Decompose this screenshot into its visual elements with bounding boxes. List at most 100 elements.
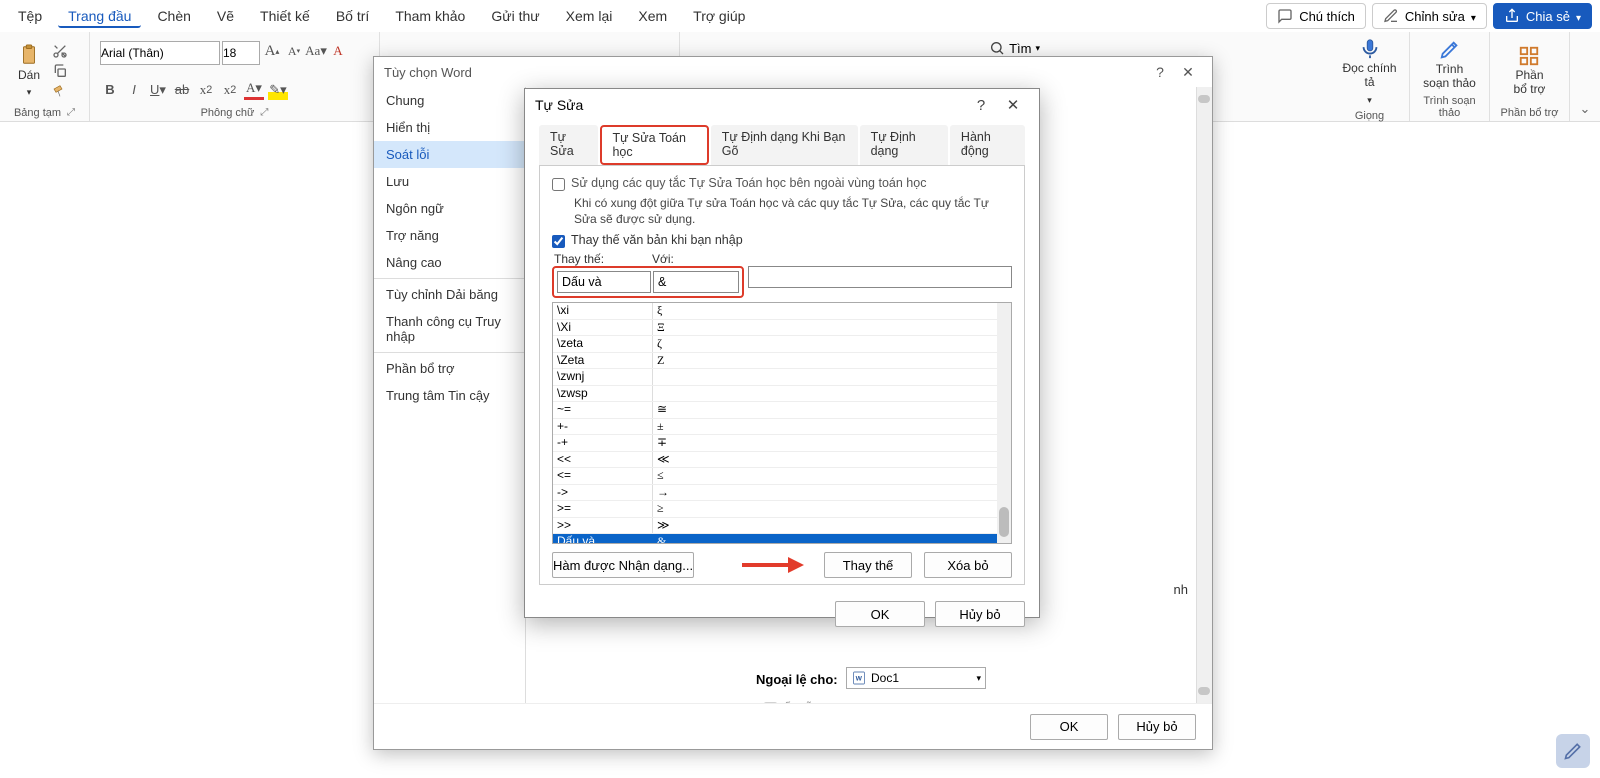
replace-input[interactable] <box>557 271 651 293</box>
sidebar-item-proofing[interactable]: Soát lỗi <box>374 141 525 168</box>
recognized-functions-button[interactable]: Hàm được Nhận dạng... <box>552 552 694 578</box>
doc-select[interactable]: W Doc1 ▾ <box>846 667 986 689</box>
copy-icon[interactable] <box>52 63 68 79</box>
sidebar-item-quick-access[interactable]: Thanh công cụ Truy nhập <box>374 308 525 350</box>
list-item[interactable]: \xiξ <box>553 303 1011 320</box>
paste-button[interactable]: Dán <box>10 42 48 100</box>
screenshot-edit-badge[interactable] <box>1556 734 1590 768</box>
dictate-button[interactable]: Đọc chính tả <box>1334 36 1404 108</box>
menu-references[interactable]: Tham khảo <box>385 4 475 28</box>
list-scrollbar[interactable] <box>997 303 1011 543</box>
shrink-font-icon[interactable]: A▾ <box>284 41 304 61</box>
comments-button[interactable]: Chú thích <box>1266 3 1366 29</box>
list-item[interactable]: >>≫ <box>553 518 1011 535</box>
menu-help[interactable]: Trợ giúp <box>683 4 755 28</box>
change-case-icon[interactable]: Aa▾ <box>306 41 326 61</box>
with-input[interactable] <box>653 271 739 293</box>
format-painter-icon[interactable] <box>52 83 68 99</box>
help-button[interactable]: ? <box>1146 64 1174 80</box>
use-outside-math-checkbox-row[interactable]: Sử dụng các quy tắc Tự Sửa Toán học bên … <box>552 176 1012 191</box>
list-item[interactable]: ->→ <box>553 485 1011 502</box>
list-item[interactable]: ~=≅ <box>553 402 1011 419</box>
subscript-button[interactable]: x2 <box>196 80 216 100</box>
editing-mode-button[interactable]: Chỉnh sửa <box>1372 3 1487 29</box>
dialog-launcher-icon[interactable]: ⤢ <box>67 107 75 119</box>
sidebar-item-customize-ribbon[interactable]: Tùy chỉnh Dải băng <box>374 278 525 308</box>
hide-spelling-checkbox-row[interactable]: Ẩn lỗi chính tả chỉ trong tài liệu này t… <box>764 701 1009 703</box>
word-options-title: Tùy chọn Word <box>384 65 472 80</box>
replace-text-checkbox-row[interactable]: Thay thế văn bản khi bạn nhập <box>552 233 1012 248</box>
list-item[interactable]: +-± <box>553 419 1011 436</box>
tab-math-autocorrect[interactable]: Tự Sửa Toán học <box>600 125 708 165</box>
list-item[interactable]: Dấu và& <box>553 534 1011 543</box>
autocorrect-cancel-button[interactable]: Hủy bỏ <box>935 601 1025 627</box>
autocorrect-ok-button[interactable]: OK <box>835 601 925 627</box>
menu-view[interactable]: Xem <box>628 4 677 28</box>
highlight-button[interactable]: ✎▾ <box>268 80 288 100</box>
list-item[interactable]: \XiΞ <box>553 320 1011 337</box>
close-button[interactable]: ✕ <box>1174 64 1202 81</box>
tab-autoformat-as-you-type[interactable]: Tự Định dạng Khi Bạn Gõ <box>711 125 858 165</box>
editor-button[interactable]: Trình soạn thảo <box>1415 37 1484 93</box>
autocorrect-list[interactable]: \xiξ\XiΞ\zetaζ\ZetaΖ\zwnj\zwsp~=≅+-±-+∓<… <box>552 302 1012 544</box>
share-button[interactable]: Chia sẻ <box>1493 3 1592 29</box>
sidebar-item-display[interactable]: Hiển thị <box>374 114 525 141</box>
sidebar-item-general[interactable]: Chung <box>374 87 525 114</box>
underline-button[interactable]: U▾ <box>148 80 168 100</box>
find-label: Tìm <box>1009 41 1031 56</box>
tab-actions[interactable]: Hành động <box>950 125 1025 165</box>
menu-draw[interactable]: Vẽ <box>207 4 244 28</box>
strikethrough-button[interactable]: ab <box>172 80 192 100</box>
ribbon-collapse-chevron[interactable]: ⌄ <box>1580 101 1591 117</box>
menu-insert[interactable]: Chèn <box>147 4 200 28</box>
font-size-select[interactable] <box>222 41 260 65</box>
clipboard-icon <box>18 44 40 66</box>
list-item[interactable]: \zwsp <box>553 386 1011 403</box>
options-cancel-button[interactable]: Hủy bỏ <box>1118 714 1196 740</box>
addins-button[interactable]: Phần bổ trợ <box>1506 43 1554 99</box>
close-button[interactable]: ✕ <box>997 96 1029 114</box>
menu-layout[interactable]: Bố trí <box>326 4 379 28</box>
delete-button[interactable]: Xóa bỏ <box>924 552 1012 578</box>
italic-button[interactable]: I <box>124 80 144 100</box>
use-outside-math-checkbox[interactable] <box>552 178 565 191</box>
list-item[interactable]: \ZetaΖ <box>553 353 1011 370</box>
tab-autocorrect[interactable]: Tự Sửa <box>539 125 598 165</box>
options-ok-button[interactable]: OK <box>1030 714 1108 740</box>
menu-file[interactable]: Tệp <box>8 4 52 28</box>
list-item[interactable]: <<≪ <box>553 452 1011 469</box>
sidebar-item-advanced[interactable]: Nâng cao <box>374 249 525 276</box>
tab-autoformat[interactable]: Tự Định dạng <box>860 125 948 165</box>
help-button[interactable]: ? <box>965 97 997 114</box>
sidebar-item-addins[interactable]: Phần bổ trợ <box>374 352 525 382</box>
list-item[interactable]: <=≤ <box>553 468 1011 485</box>
font-color-button[interactable]: A▾ <box>244 80 264 100</box>
bold-button[interactable]: B <box>100 80 120 100</box>
menu-home[interactable]: Trang đầu <box>58 4 141 28</box>
pencil-icon <box>1383 8 1399 24</box>
font-name-select[interactable] <box>100 41 220 65</box>
list-item[interactable]: \zwnj <box>553 369 1011 386</box>
scrollbar[interactable] <box>1196 87 1212 703</box>
grow-font-icon[interactable]: A▴ <box>262 41 282 61</box>
menu-mailings[interactable]: Gửi thư <box>481 4 549 28</box>
list-item[interactable]: -+∓ <box>553 435 1011 452</box>
sidebar-item-save[interactable]: Lưu <box>374 168 525 195</box>
chevron-down-icon <box>1576 9 1581 24</box>
sidebar-item-trust-center[interactable]: Trung tâm Tin cậy <box>374 382 525 409</box>
superscript-button[interactable]: x2 <box>220 80 240 100</box>
sidebar-item-language[interactable]: Ngôn ngữ <box>374 195 525 222</box>
with-input-extension[interactable] <box>748 266 1012 288</box>
replace-button[interactable]: Thay thế <box>824 552 912 578</box>
clear-formatting-icon[interactable]: A <box>328 41 348 61</box>
dialog-launcher-icon[interactable]: ⤢ <box>260 107 268 119</box>
find-button[interactable]: Tìm ▾ <box>989 40 1040 56</box>
menu-review[interactable]: Xem lại <box>556 4 623 28</box>
cut-icon[interactable] <box>52 43 68 59</box>
menu-design[interactable]: Thiết kế <box>250 4 320 28</box>
list-item[interactable]: \zetaζ <box>553 336 1011 353</box>
list-item[interactable]: >=≥ <box>553 501 1011 518</box>
hide-spelling-checkbox[interactable] <box>764 702 777 703</box>
replace-text-checkbox[interactable] <box>552 235 565 248</box>
sidebar-item-accessibility[interactable]: Trợ năng <box>374 222 525 249</box>
